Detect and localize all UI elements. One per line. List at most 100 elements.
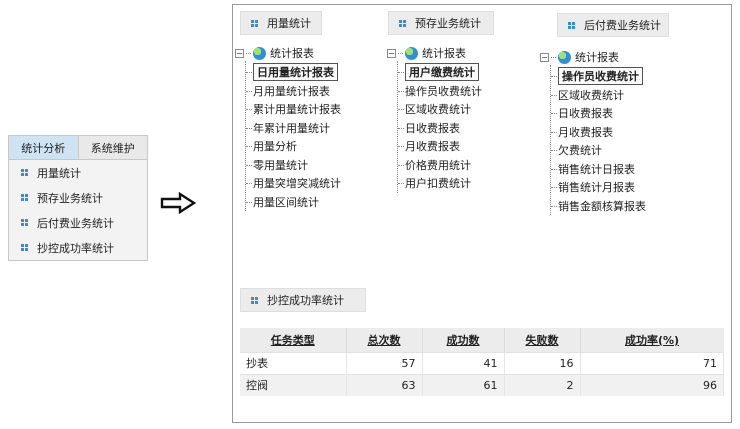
cell-fail: 2 [504, 373, 581, 396]
nav-item-label: 用量统计 [37, 166, 81, 180]
tree-item-label: 用户缴费统计 [405, 63, 479, 82]
col-header-success[interactable]: 成功数 [422, 328, 505, 352]
tree-children: 用户缴费统计操作员收费统计区域收费统计日收费报表月收费报表价格费用统计用户扣费统… [397, 61, 482, 193]
tree-item[interactable]: 操作员收费统计 [398, 82, 482, 101]
col-header-total[interactable]: 总次数 [346, 328, 423, 352]
table-row[interactable]: 抄表 57 41 16 71 [240, 351, 724, 374]
tree-item[interactable]: 操作员收费统计 [551, 67, 646, 86]
tree-item-label: 用量突增突减统计 [253, 177, 341, 191]
col-header-task-type[interactable]: 任务类型 [240, 328, 347, 352]
col-header-rate[interactable]: 成功率(%) [580, 328, 724, 352]
section-title: 预存业务统计 [415, 17, 481, 30]
cell-total: 57 [346, 351, 423, 374]
tree-children: 操作员收费统计区域收费统计 日收费报表月收费报表欠费统计销售统计日报表销售统计月报… [550, 65, 646, 215]
globe-icon [558, 50, 571, 64]
cell-task-type: 控阀 [240, 373, 347, 396]
section-header-success-rate[interactable]: 抄控成功率统计 [240, 288, 366, 312]
table-header-row: 任务类型 总次数 成功数 失败数 成功率(%) [240, 328, 724, 352]
tree-item-label: 日用量统计报表 [253, 63, 338, 82]
grid-icon [21, 244, 28, 251]
cell-rate: 71 [580, 351, 724, 374]
section-header-usage[interactable]: 用量统计 [240, 11, 322, 35]
tree-item[interactable]: 零用量统计 [246, 156, 341, 175]
tree-item-label: 月收费报表 [405, 140, 460, 154]
nav-menu: 统计分析 系统维护 用量统计 预存业务统计 后付费业务统计 抄控成功率统计 [8, 135, 148, 261]
tree-item[interactable]: 区域收费统计 [398, 100, 482, 119]
nav-item-success-rate[interactable]: 抄控成功率统计 [9, 235, 147, 260]
tree-item[interactable]: 月收费报表 [551, 123, 646, 142]
tree-item-label: 价格费用统计 [405, 158, 471, 172]
tree-item[interactable]: 价格费用统计 [398, 156, 482, 175]
tree-item[interactable]: 用户缴费统计 [398, 63, 482, 82]
tree-children: 日用量统计报表月用量统计报表 累计用量统计报表 年累计用量统计 用量分析零用量统计用量… [245, 61, 341, 211]
tree-item-label: 年累计用量统计 [253, 121, 330, 135]
tree-item[interactable]: 区域收费统计 [551, 86, 646, 105]
grid-icon [399, 19, 406, 27]
tree-item-label: 日收费报表 [558, 107, 613, 121]
tree-item[interactable]: 用户扣费统计 [398, 174, 482, 193]
tree-item[interactable]: 用量突增突减统计 [246, 174, 341, 193]
tree-item[interactable]: 销售统计日报表 [551, 160, 646, 179]
tree-item[interactable]: 销售统计月报表 [551, 178, 646, 197]
cell-task-type: 抄表 [240, 351, 347, 374]
grid-icon [568, 21, 575, 29]
tree-item-label: 销售金额核算报表 [558, 199, 646, 213]
tab-statistics[interactable]: 统计分析 [9, 136, 79, 159]
tree-usage: − 统计报表 日用量统计报表月用量统计报表 累计用量统计报表 年累计用量统计 用量分析… [235, 45, 341, 211]
tree-item[interactable]: 月用量统计报表 [246, 82, 341, 101]
collapse-icon[interactable]: − [540, 52, 549, 62]
tree-root[interactable]: − 统计报表 [387, 45, 482, 61]
section-header-postpaid[interactable]: 后付费业务统计 [557, 13, 669, 37]
cell-success: 61 [422, 373, 505, 396]
nav-item-postpaid[interactable]: 后付费业务统计 [9, 210, 147, 235]
cell-total: 63 [346, 373, 423, 396]
tree-item[interactable]: 累计用量统计报表 [246, 100, 341, 119]
tree-item[interactable]: 日收费报表 [551, 104, 646, 123]
tree-item[interactable]: 日收费报表 [398, 119, 482, 138]
tree-item[interactable]: 月收费报表 [398, 137, 482, 156]
collapse-icon[interactable]: − [235, 48, 244, 58]
tree-item[interactable]: 销售金额核算报表 [551, 197, 646, 216]
tree-item-label: 欠费统计 [558, 144, 602, 158]
table-row[interactable]: 控阀 63 61 2 96 [240, 373, 724, 396]
stats-panel: 用量统计 预存业务统计 后付费业务统计 − 统计报表 日用量统计报表月用量统计报… [232, 4, 732, 423]
tree-item[interactable]: 用量区间统计 [246, 193, 341, 212]
tree-item[interactable]: 日用量统计报表 [246, 63, 341, 82]
tree-postpaid: − 统计报表 操作员收费统计区域收费统计 日收费报表月收费报表欠费统计销售统计日报… [540, 49, 646, 215]
tree-item-label: 月收费报表 [558, 125, 613, 139]
section-title: 用量统计 [267, 17, 311, 30]
section-header-prepaid[interactable]: 预存业务统计 [388, 11, 494, 35]
tree-item-label: 操作员收费统计 [405, 84, 482, 98]
grid-icon [21, 169, 28, 176]
tree-item[interactable]: 用量分析 [246, 137, 341, 156]
cell-rate: 96 [580, 373, 724, 396]
tree-item-label: 销售统计月报表 [558, 181, 635, 195]
tree-item[interactable]: 年累计用量统计 [246, 119, 341, 138]
tree-root-label: 统计报表 [422, 47, 466, 60]
tab-system-maintenance[interactable]: 系统维护 [79, 136, 148, 159]
tree-item-label: 累计用量统计报表 [253, 103, 341, 117]
tree-item-label: 区域收费统计 [558, 88, 624, 102]
collapse-icon[interactable]: − [387, 48, 396, 58]
tree-root[interactable]: − 统计报表 [235, 45, 341, 61]
tree-item-label: 日收费报表 [405, 121, 460, 135]
tree-item-label: 零用量统计 [253, 158, 308, 172]
nav-item-label: 抄控成功率统计 [37, 241, 114, 255]
tree-item-label: 用量分析 [253, 140, 297, 154]
tree-root-label: 统计报表 [270, 47, 314, 60]
section-title: 后付费业务统计 [584, 19, 661, 32]
nav-item-usage[interactable]: 用量统计 [9, 160, 147, 185]
tree-item-label: 月用量统计报表 [253, 84, 330, 98]
nav-item-label: 预存业务统计 [37, 191, 103, 205]
grid-icon [251, 19, 258, 27]
col-header-fail[interactable]: 失败数 [504, 328, 581, 352]
tree-prepaid: − 统计报表 用户缴费统计操作员收费统计区域收费统计日收费报表月收费报表价格费用… [387, 45, 482, 193]
nav-item-label: 后付费业务统计 [37, 216, 114, 230]
globe-icon [253, 46, 266, 60]
section-title: 抄控成功率统计 [267, 294, 344, 307]
tree-item[interactable]: 欠费统计 [551, 141, 646, 160]
cell-fail: 16 [504, 351, 581, 374]
tree-root[interactable]: − 统计报表 [540, 49, 646, 65]
nav-tabs: 统计分析 系统维护 [9, 136, 147, 160]
nav-item-prepaid[interactable]: 预存业务统计 [9, 185, 147, 210]
